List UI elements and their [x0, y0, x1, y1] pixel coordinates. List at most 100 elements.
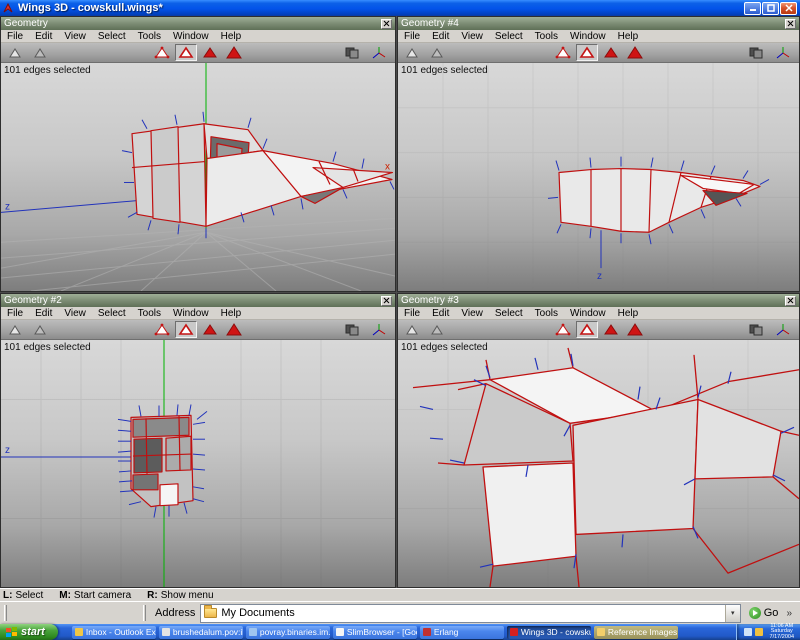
menu-view[interactable]: View	[455, 31, 489, 42]
pane-close-button[interactable]	[785, 296, 796, 306]
menu-view[interactable]: View	[455, 308, 489, 319]
menu-file[interactable]: File	[1, 308, 29, 319]
wings3d-icon	[510, 628, 518, 636]
menu-edit[interactable]: Edit	[426, 31, 455, 42]
address-combo[interactable]: My Documents ▾	[200, 604, 740, 623]
tray-status-icon[interactable]	[755, 628, 763, 636]
tray-network-icon[interactable]	[744, 628, 752, 636]
menu-help[interactable]: Help	[612, 308, 645, 319]
show-axes-button[interactable]	[771, 321, 793, 338]
select-face-button[interactable]	[600, 321, 622, 338]
menu-select[interactable]: Select	[92, 31, 132, 42]
menu-window[interactable]: Window	[167, 31, 215, 42]
select-edge-button[interactable]	[175, 321, 197, 338]
redo-button[interactable]	[426, 44, 448, 61]
select-face-button[interactable]	[199, 321, 221, 338]
task-wings3d[interactable]: Wings 3D - cowskul...	[507, 626, 591, 639]
task-browser[interactable]: SlimBrowser - [Goo...	[333, 626, 417, 639]
start-button[interactable]: start	[0, 624, 58, 640]
select-face-button[interactable]	[199, 44, 221, 61]
redo-button[interactable]	[29, 44, 51, 61]
select-vertex-button[interactable]	[151, 44, 173, 61]
select-vertex-button[interactable]	[552, 44, 574, 61]
select-edge-button[interactable]	[576, 44, 598, 61]
viewport[interactable]: 101 edges selected	[398, 340, 799, 587]
hint-right-mouse: R:Show menu	[147, 590, 213, 601]
toolbar-grip[interactable]	[4, 605, 7, 621]
go-button[interactable]: Go	[749, 607, 779, 619]
menu-edit[interactable]: Edit	[426, 308, 455, 319]
minimize-button[interactable]	[744, 2, 761, 15]
task-erlang[interactable]: Erlang	[420, 626, 504, 639]
undo-button[interactable]	[401, 321, 423, 338]
menu-help[interactable]: Help	[612, 31, 645, 42]
undo-button[interactable]	[4, 321, 26, 338]
pane-close-button[interactable]	[381, 296, 392, 306]
window-titlebar[interactable]: Wings 3D - cowskull.wings*	[0, 0, 800, 16]
pane-caption[interactable]: Geometry #3	[398, 294, 799, 307]
redo-button[interactable]	[29, 321, 51, 338]
toolbar-grip[interactable]	[143, 605, 146, 621]
menu-view[interactable]: View	[58, 308, 92, 319]
overflow-chevron-icon[interactable]: »	[786, 608, 792, 619]
ortho-grid	[1, 340, 395, 587]
shading-mode-button[interactable]	[745, 44, 767, 61]
viewport-canvas[interactable]	[398, 340, 799, 587]
menu-tools[interactable]: Tools	[132, 31, 167, 42]
select-edge-button[interactable]	[175, 44, 197, 61]
redo-button[interactable]	[426, 321, 448, 338]
task-outlook[interactable]: Inbox - Outlook Ex...	[72, 626, 156, 639]
viewport[interactable]: z x	[1, 63, 395, 291]
viewport[interactable]: z	[398, 63, 799, 291]
menu-edit[interactable]: Edit	[29, 31, 58, 42]
select-body-button[interactable]	[624, 321, 646, 338]
task-editor[interactable]: brushedalum.pov:il...	[159, 626, 243, 639]
viewport-canvas[interactable]: z x	[1, 63, 395, 291]
close-button[interactable]	[780, 2, 797, 15]
select-body-button[interactable]	[624, 44, 646, 61]
address-label: Address	[155, 607, 195, 619]
menu-window[interactable]: Window	[167, 308, 215, 319]
viewport-canvas[interactable]: z	[398, 63, 799, 291]
show-axes-button[interactable]	[367, 321, 389, 338]
menu-select[interactable]: Select	[92, 308, 132, 319]
pane-close-button[interactable]	[381, 19, 392, 29]
undo-button[interactable]	[401, 44, 423, 61]
pane-close-button[interactable]	[785, 19, 796, 29]
select-face-button[interactable]	[600, 44, 622, 61]
select-vertex-button[interactable]	[552, 321, 574, 338]
shading-mode-button[interactable]	[341, 44, 363, 61]
menu-select[interactable]: Select	[489, 308, 529, 319]
select-body-button[interactable]	[223, 44, 245, 61]
menu-window[interactable]: Window	[564, 308, 612, 319]
select-edge-button[interactable]	[576, 321, 598, 338]
viewport[interactable]: z	[1, 340, 395, 587]
menu-file[interactable]: File	[398, 31, 426, 42]
dropdown-arrow-icon[interactable]: ▾	[725, 605, 740, 622]
undo-button[interactable]	[4, 44, 26, 61]
menu-tools[interactable]: Tools	[529, 31, 564, 42]
pane-caption[interactable]: Geometry #2	[1, 294, 395, 307]
menu-tools[interactable]: Tools	[529, 308, 564, 319]
pane-caption[interactable]: Geometry #4	[398, 17, 799, 30]
menu-select[interactable]: Select	[489, 31, 529, 42]
menu-view[interactable]: View	[58, 31, 92, 42]
shading-mode-button[interactable]	[341, 321, 363, 338]
shading-mode-button[interactable]	[745, 321, 767, 338]
menu-file[interactable]: File	[398, 308, 426, 319]
menu-help[interactable]: Help	[215, 31, 248, 42]
maximize-button[interactable]	[762, 2, 779, 15]
select-vertex-button[interactable]	[151, 321, 173, 338]
select-body-button[interactable]	[223, 321, 245, 338]
pane-caption[interactable]: Geometry	[1, 17, 395, 30]
menu-window[interactable]: Window	[564, 31, 612, 42]
show-axes-button[interactable]	[771, 44, 793, 61]
show-axes-button[interactable]	[367, 44, 389, 61]
menu-tools[interactable]: Tools	[132, 308, 167, 319]
menu-help[interactable]: Help	[215, 308, 248, 319]
menu-edit[interactable]: Edit	[29, 308, 58, 319]
viewport-canvas[interactable]: z	[1, 340, 395, 587]
task-reference-images[interactable]: Reference Images	[594, 626, 678, 639]
task-newsreader[interactable]: povray.binaries.im...	[246, 626, 330, 639]
menu-file[interactable]: File	[1, 31, 29, 42]
